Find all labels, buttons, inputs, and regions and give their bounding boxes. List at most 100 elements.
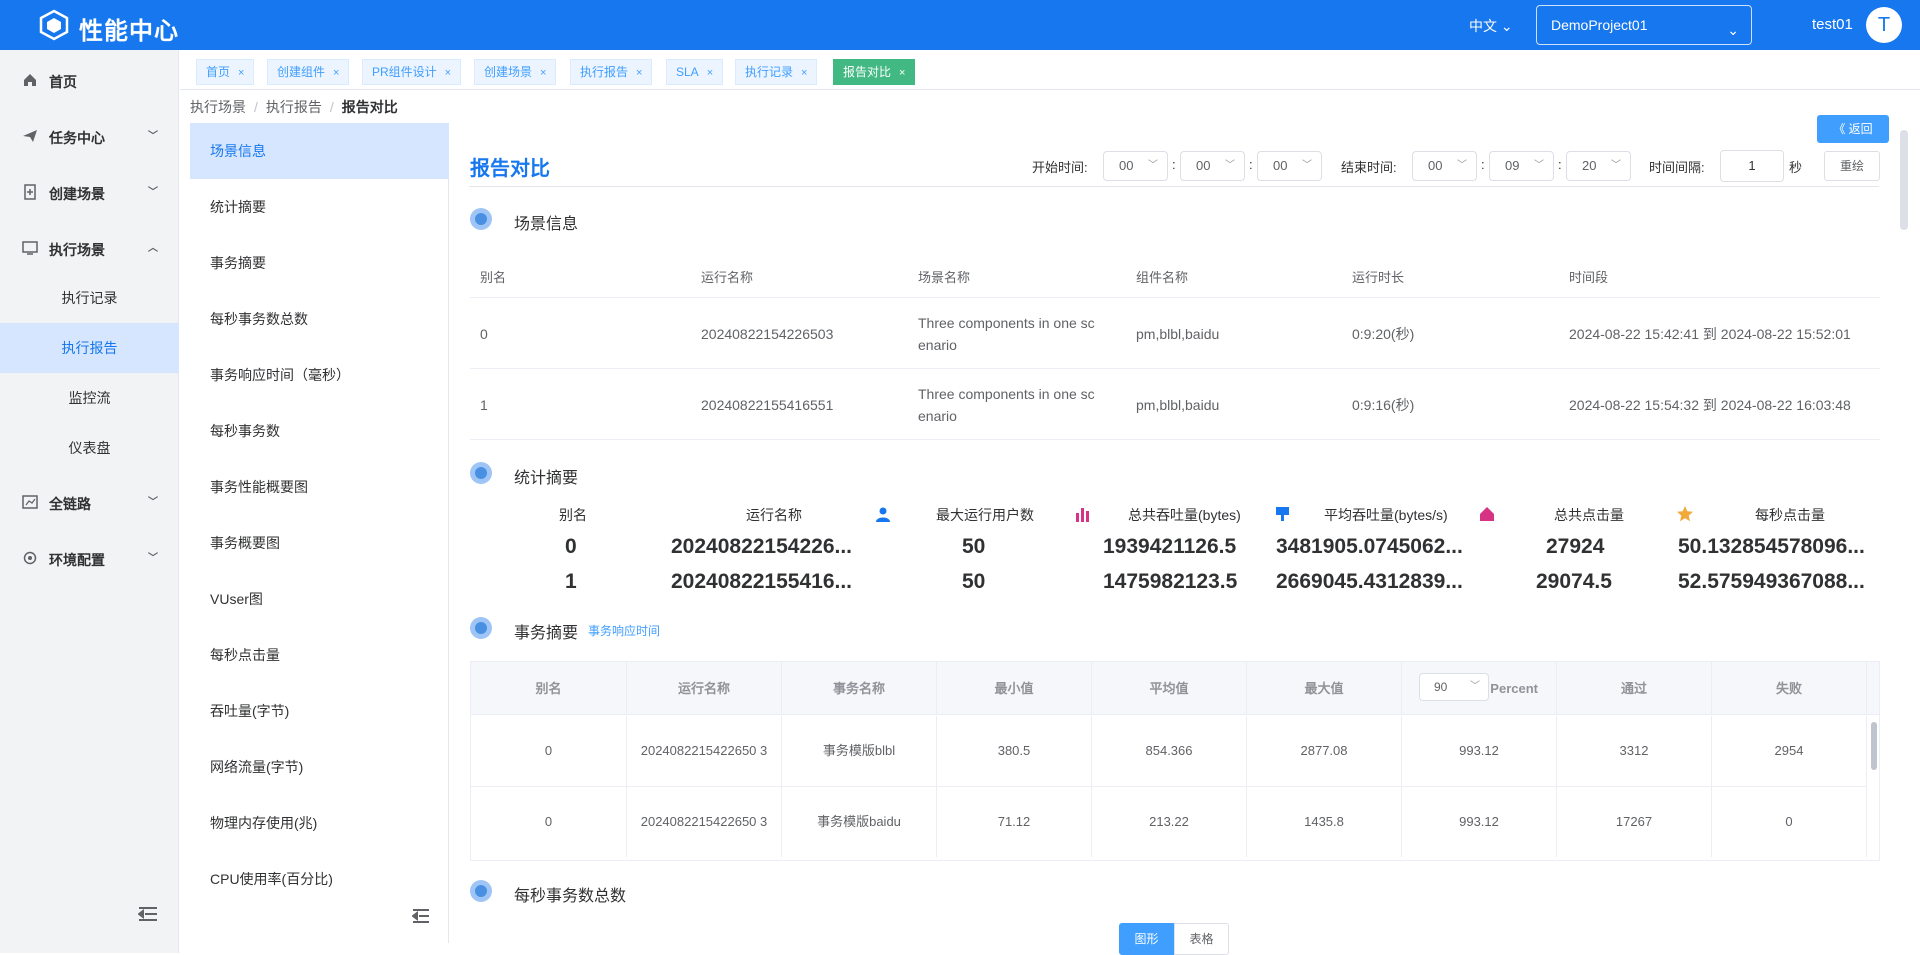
sidebar-item-run-scene[interactable]: 执行场景 ︿ (0, 224, 179, 272)
close-icon[interactable]: × (801, 67, 807, 79)
start-minute-select[interactable]: 00 ﹀ (1180, 151, 1245, 181)
percent-select[interactable]: 90 ﹀ (1419, 673, 1489, 701)
sidebar-item-label: 创建场景 (49, 186, 105, 202)
sidebar-sub-monitor-flow[interactable]: 监控流 (0, 373, 179, 423)
user-icon (876, 507, 890, 522)
interval-input[interactable]: 1 (1720, 150, 1784, 182)
nav-hits-per-sec[interactable]: 每秒点击量 (190, 627, 449, 683)
nav-stats-summary[interactable]: 统计摘要 (190, 179, 449, 235)
table-cell: 事务模版blbl (782, 716, 937, 786)
tab-report-compare[interactable]: 报告对比 × (833, 59, 916, 85)
sidebar-item-label: 任务中心 (49, 130, 105, 146)
user-name[interactable]: test01 (1812, 16, 1853, 33)
section-title: 统计摘要 (514, 470, 579, 487)
nav-tps[interactable]: 每秒事务数 (190, 403, 449, 459)
chevron-down-icon: ﹀ (148, 131, 158, 142)
sidebar-item-env-config[interactable]: 环境配置 ﹀ (0, 534, 179, 582)
close-icon[interactable]: × (238, 67, 244, 79)
table-cell: 20240822155416551 (701, 397, 834, 413)
tab-sla[interactable]: SLA × (666, 59, 724, 85)
project-select[interactable]: DemoProject01 ⌄ (1536, 5, 1752, 45)
sidebar-sub-run-records[interactable]: 执行记录 (0, 273, 179, 323)
table-cell: 993.12 (1402, 787, 1557, 857)
section-dot-icon (470, 617, 492, 639)
nav-network[interactable]: 网络流量(字节) (190, 739, 449, 795)
scrollbar-thumb[interactable] (1871, 722, 1877, 770)
close-icon[interactable]: × (445, 67, 451, 79)
table-cell: 2024-08-22 15:42:41 到 2024-08-22 15:52:0… (1569, 326, 1851, 342)
table-scrollbar[interactable] (1870, 722, 1878, 862)
project-label: DemoProject01 (1551, 17, 1648, 33)
tx-response-time-link[interactable]: 事务响应时间 (588, 622, 660, 639)
row-divider (470, 297, 1880, 298)
sidebar-sub-run-report[interactable]: 执行报告 (0, 323, 179, 373)
table-cell: 0:9:16(秒) (1352, 397, 1415, 413)
table-cell: Three components in one sc enario (918, 315, 1095, 353)
view-chart-button[interactable]: 图形 (1119, 923, 1174, 955)
table-header: 失败 (1712, 662, 1867, 715)
home-icon (1480, 507, 1494, 521)
close-icon[interactable]: × (707, 67, 713, 79)
tab-home[interactable]: 首页 × (196, 59, 255, 85)
stats-header: 最大运行用户数 (936, 507, 1034, 523)
page-scrollbar[interactable] (1900, 130, 1908, 230)
nav-cpu[interactable]: CPU使用率(百分比) (190, 851, 449, 907)
top-bar: 性能中心 中文 ⌄ DemoProject01 ⌄ test01 T (0, 0, 1920, 50)
tabs-bar: 首页 × 创建组件 × PR组件设计 × 创建场景 × 执行报告 × SLA × 执行记录 ×… (180, 50, 1920, 90)
table-cell: pm,blbl,baidu (1136, 326, 1220, 342)
nav-tx-response-time[interactable]: 事务响应时间（毫秒） (190, 347, 449, 403)
collapse-nav-icon[interactable] (412, 909, 430, 923)
doc-plus-icon (24, 184, 36, 200)
avatar[interactable]: T (1866, 7, 1902, 43)
stats-value: 2669045.4312839... (1276, 570, 1463, 593)
interval-unit: 秒 (1789, 160, 1803, 175)
end-second-select[interactable]: 20 ﹀ (1566, 151, 1631, 181)
sidebar-item-full-chain[interactable]: 全链路 ﹀ (0, 478, 179, 526)
breadcrumb-item[interactable]: 执行场景 (190, 99, 246, 115)
end-minute-select[interactable]: 09 ﹀ (1489, 151, 1554, 181)
tab-create-scene[interactable]: 创建场景 × (474, 59, 557, 85)
tab-label: 报告对比 (843, 65, 892, 79)
start-second-select[interactable]: 00 ﹀ (1257, 151, 1322, 181)
table-cell: 1435.8 (1247, 787, 1402, 857)
close-icon[interactable]: × (899, 67, 905, 79)
start-hour-select[interactable]: 00 ﹀ (1103, 151, 1168, 181)
tab-run-report[interactable]: 执行报告 × (570, 59, 653, 85)
view-table-button[interactable]: 表格 (1174, 923, 1229, 955)
nav-tx-overview[interactable]: 事务概要图 (190, 515, 449, 571)
tx-summary-table: 别名 运行名称 事务名称 最小值 平均值 最大值 Percent 通过 失败 9… (470, 661, 1880, 861)
breadcrumb-item[interactable]: 执行报告 (266, 99, 322, 115)
sidebar-sub-dashboard[interactable]: 仪表盘 (0, 423, 179, 473)
table-cell: 0 (471, 716, 627, 786)
section-dot-icon (470, 208, 492, 230)
nav-memory[interactable]: 物理内存使用(兆) (190, 795, 449, 851)
language-switch[interactable]: 中文 ⌄ (1469, 16, 1513, 36)
nav-scene-info[interactable]: 场景信息 (190, 123, 449, 179)
nav-tps-total[interactable]: 每秒事务数总数 (190, 291, 449, 347)
sidebar-item-create-scene[interactable]: 创建场景 ﹀ (0, 168, 179, 216)
close-icon[interactable]: × (540, 67, 546, 79)
nav-throughput[interactable]: 吞吐量(字节) (190, 683, 449, 739)
sidebar-item-home[interactable]: 首页 (0, 56, 179, 104)
nav-vuser[interactable]: VUser图 (190, 571, 449, 627)
table-header: 平均值 (1092, 662, 1247, 715)
table-header: 运行时长 (1352, 270, 1405, 285)
tab-run-records[interactable]: 执行记录 × (735, 59, 818, 85)
breadcrumb: 执行场景 / 执行报告 / 报告对比 (190, 99, 398, 115)
sidebar-item-task-center[interactable]: 任务中心 ﹀ (0, 112, 179, 160)
back-button[interactable]: 《 返回 (1817, 115, 1889, 143)
select-value: 00 (1428, 158, 1443, 173)
redraw-button[interactable]: 重绘 (1824, 151, 1880, 181)
table-cell: 0 (1712, 787, 1867, 857)
nav-tx-perf-overview[interactable]: 事务性能概要图 (190, 459, 449, 515)
end-hour-select[interactable]: 00 ﹀ (1412, 151, 1477, 181)
nav-tx-summary[interactable]: 事务摘要 (190, 235, 449, 291)
tab-create-component[interactable]: 创建组件 × (267, 59, 350, 85)
collapse-menu-icon[interactable] (138, 906, 158, 922)
chevron-down-icon: ⌄ (1500, 18, 1513, 34)
tab-pr-component[interactable]: PR组件设计 × (362, 59, 462, 85)
table-cell: 213.22 (1092, 787, 1247, 857)
close-icon[interactable]: × (333, 67, 339, 79)
table-cell: 380.5 (937, 716, 1092, 786)
close-icon[interactable]: × (636, 67, 642, 79)
